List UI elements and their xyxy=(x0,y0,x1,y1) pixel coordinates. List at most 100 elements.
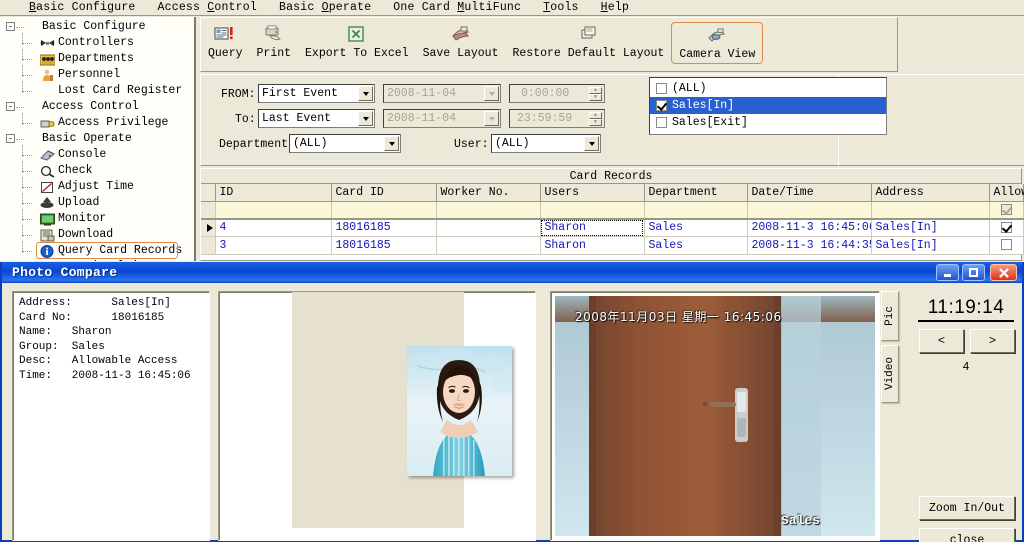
filter-cell[interactable] xyxy=(871,201,990,220)
address-list[interactable]: (ALL) Sales[In] Sales[Exit] xyxy=(649,77,887,135)
column-header[interactable]: Date/Time xyxy=(747,184,872,202)
cell-id[interactable]: 3 xyxy=(215,236,332,255)
filter-row[interactable] xyxy=(201,201,1024,220)
cell-users[interactable]: Sharon xyxy=(540,236,645,255)
from-event-combo[interactable]: First Event xyxy=(258,84,375,103)
cell-datetime[interactable]: 2008-11-3 16:45:06 xyxy=(747,218,872,237)
menu-item-basic-operate[interactable]: Basic Operate xyxy=(268,0,382,15)
toolbar-button-restore-default-layout[interactable]: Restore Default Layout xyxy=(505,22,671,62)
toolbar-button-export-to-excel[interactable]: Export To Excel xyxy=(298,22,416,62)
navigation-tree[interactable]: - Basic Configure Controllers Departments Pe… xyxy=(0,17,196,261)
address-checkbox[interactable] xyxy=(656,117,667,128)
tree-toggle[interactable]: - xyxy=(6,22,15,31)
chevron-down-icon[interactable] xyxy=(358,86,373,101)
tree-item-access-control[interactable]: - Access Control xyxy=(0,99,190,115)
cell-department[interactable]: Sales xyxy=(644,218,748,237)
tab-video[interactable]: Video xyxy=(881,345,899,403)
tree-item-check[interactable]: Check xyxy=(0,161,190,179)
chevron-down-icon[interactable] xyxy=(484,111,499,126)
cell-card-id[interactable]: 18016185 xyxy=(331,236,437,255)
toolbar-button-save-layout[interactable]: Save Layout xyxy=(416,22,506,62)
address-checkbox[interactable] xyxy=(656,83,667,94)
close-button[interactable] xyxy=(990,264,1017,281)
filter-cell-allow[interactable] xyxy=(989,201,1024,220)
cell-address[interactable]: Sales[In] xyxy=(871,218,990,237)
menu-item-tools[interactable]: Tools xyxy=(532,0,590,15)
chevron-down-icon[interactable] xyxy=(384,136,399,151)
tree-item-personnel[interactable]: Personnel xyxy=(0,65,190,83)
toolbar-button-camera-view[interactable]: Camera View xyxy=(671,22,764,64)
table-row[interactable]: 4 18016185 Sharon Sales 2008-11-3 16:45:06 Sa… xyxy=(201,218,1024,237)
filter-cell[interactable] xyxy=(436,201,541,220)
address-checkbox[interactable] xyxy=(656,100,667,111)
cell-card-id[interactable]: 18016185 xyxy=(331,218,437,237)
column-header[interactable]: Card ID xyxy=(331,184,437,202)
dialog-title-bar[interactable]: Photo Compare xyxy=(2,262,1022,283)
tree-toggle[interactable]: - xyxy=(6,102,15,111)
tree-item-basic-operate[interactable]: - Basic Operate xyxy=(0,131,190,147)
tree-item-one-card-multifunc[interactable]: -One Card MultiFunc xyxy=(0,259,190,261)
filter-cell[interactable] xyxy=(331,201,437,220)
tree-item-query-card-records[interactable]: Query Card Records xyxy=(0,241,190,259)
cell-address[interactable]: Sales[In] xyxy=(871,236,990,255)
from-time-spinner[interactable]: 0:00:00 ▲ ▼ xyxy=(509,84,605,103)
column-header[interactable]: Worker No. xyxy=(436,184,541,202)
spinner-buttons[interactable]: ▲ ▼ xyxy=(589,87,602,101)
maximize-button[interactable] xyxy=(962,264,985,281)
column-header[interactable]: Allow xyxy=(989,184,1024,202)
filter-cell[interactable] xyxy=(215,201,332,220)
chevron-down-icon[interactable] xyxy=(484,86,499,101)
close-dialog-button[interactable]: close xyxy=(919,528,1015,542)
to-event-combo[interactable]: Last Event xyxy=(258,109,375,128)
allow-checkbox[interactable] xyxy=(1000,239,1012,251)
to-time-spinner[interactable]: 23:59:59 ▲ ▼ xyxy=(509,109,605,128)
toolbar-button-query[interactable]: Query xyxy=(201,22,250,62)
tab-pic[interactable]: Pic xyxy=(881,291,899,341)
tree-item-basic-configure[interactable]: - Basic Configure xyxy=(0,19,190,35)
tree-item-departments[interactable]: Departments xyxy=(0,49,190,67)
to-date-combo[interactable]: 2008-11-04 xyxy=(383,109,501,128)
next-record-button[interactable]: > xyxy=(970,329,1015,353)
tree-item-adjust-time[interactable]: Adjust Time xyxy=(0,177,190,195)
from-date-combo[interactable]: 2008-11-04 xyxy=(383,84,501,103)
cell-users[interactable]: Sharon xyxy=(540,218,645,237)
department-combo[interactable]: (ALL) xyxy=(289,134,401,153)
previous-record-button[interactable]: < xyxy=(919,329,964,353)
chevron-down-icon[interactable] xyxy=(358,111,373,126)
tree-item-upload[interactable]: Upload xyxy=(0,193,190,211)
column-header[interactable]: Department xyxy=(644,184,748,202)
filter-cell[interactable] xyxy=(644,201,748,220)
address-list-item[interactable]: Sales[Exit] xyxy=(650,114,886,131)
menu-item-access-control[interactable]: Access Control xyxy=(147,0,268,15)
cell-allow[interactable] xyxy=(989,218,1024,237)
tree-toggle[interactable]: - xyxy=(6,134,15,143)
column-header[interactable]: Address xyxy=(871,184,990,202)
column-header[interactable]: ID xyxy=(215,184,332,202)
column-header[interactable]: Users xyxy=(540,184,645,202)
tree-item-console[interactable]: Console xyxy=(0,145,190,163)
menu-item-basic-configure[interactable]: Basic Configure xyxy=(18,0,147,15)
minimize-button[interactable] xyxy=(936,264,959,281)
filter-cell[interactable] xyxy=(747,201,872,220)
menu-item-one-card-multifunc[interactable]: One Card MultiFunc xyxy=(382,0,532,15)
spinner-buttons[interactable]: ▲ ▼ xyxy=(589,112,602,126)
tree-item-controllers[interactable]: Controllers xyxy=(0,33,190,51)
tree-item-monitor[interactable]: Monitor xyxy=(0,209,190,227)
chevron-down-icon[interactable] xyxy=(584,136,599,151)
address-list-item[interactable]: Sales[In] xyxy=(650,97,886,114)
user-combo[interactable]: (ALL) xyxy=(491,134,601,153)
cell-allow[interactable] xyxy=(989,236,1024,255)
toolbar-button-print[interactable]: Print xyxy=(250,22,299,62)
menu-item-help[interactable]: Help xyxy=(590,0,640,15)
cell-id[interactable]: 4 xyxy=(215,218,332,237)
tree-item-download[interactable]: Download xyxy=(0,225,190,243)
table-row[interactable]: 3 18016185 Sharon Sales 2008-11-3 16:44:35 Sa… xyxy=(201,236,1024,255)
address-list-item[interactable]: (ALL) xyxy=(650,80,886,97)
tree-item-access-privilege[interactable]: Access Privilege xyxy=(0,113,190,131)
cell-datetime[interactable]: 2008-11-3 16:44:35 xyxy=(747,236,872,255)
allow-checkbox[interactable] xyxy=(1000,221,1012,233)
cell-worker-no[interactable] xyxy=(436,218,541,237)
cell-department[interactable]: Sales xyxy=(644,236,748,255)
cell-worker-no[interactable] xyxy=(436,236,541,255)
filter-cell[interactable] xyxy=(540,201,645,220)
